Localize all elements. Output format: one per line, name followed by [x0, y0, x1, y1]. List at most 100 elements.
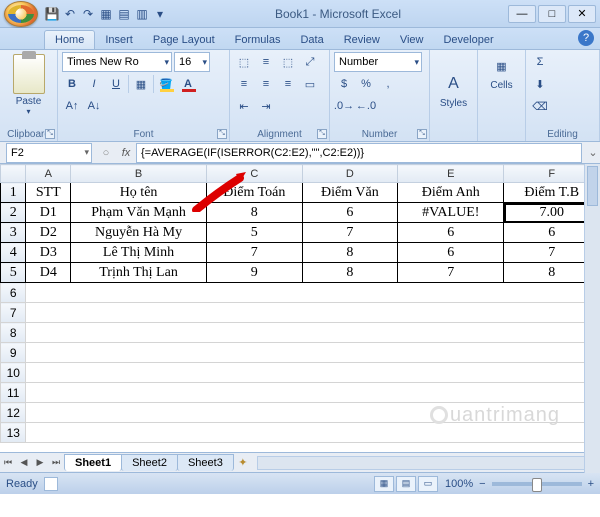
- cell[interactable]: D2: [26, 223, 71, 243]
- underline-button[interactable]: U: [106, 74, 126, 94]
- increase-indent-button[interactable]: ⇥: [256, 96, 276, 116]
- cell[interactable]: Nguyễn Hà My: [71, 223, 207, 243]
- col-header[interactable]: C: [207, 165, 303, 183]
- cell[interactable]: 7: [398, 263, 504, 283]
- row-header[interactable]: 8: [1, 323, 26, 343]
- col-header[interactable]: B: [71, 165, 207, 183]
- sheet-tab[interactable]: Sheet2: [121, 454, 178, 471]
- help-button[interactable]: ?: [578, 30, 594, 46]
- row-header[interactable]: 7: [1, 303, 26, 323]
- sheet-tab[interactable]: Sheet1: [64, 454, 122, 471]
- number-dialog-launcher[interactable]: ⤡: [417, 129, 427, 139]
- cell[interactable]: STT: [26, 183, 71, 203]
- zoom-in-button[interactable]: +: [588, 478, 594, 490]
- cell[interactable]: 5: [207, 223, 303, 243]
- office-button[interactable]: [4, 1, 38, 27]
- cell[interactable]: 7: [207, 243, 303, 263]
- cell[interactable]: 8: [302, 263, 398, 283]
- cell[interactable]: 8: [207, 203, 303, 223]
- expand-formula-bar-icon[interactable]: ⌄: [586, 146, 600, 159]
- decrease-indent-button[interactable]: ⇤: [234, 96, 254, 116]
- tab-page-layout[interactable]: Page Layout: [143, 31, 225, 49]
- page-layout-view-button[interactable]: ▤: [396, 476, 416, 492]
- row-header[interactable]: 5: [1, 263, 26, 283]
- grow-font-button[interactable]: A↑: [62, 96, 82, 116]
- row-header[interactable]: 4: [1, 243, 26, 263]
- cell[interactable]: [26, 423, 600, 443]
- font-dialog-launcher[interactable]: ⤡: [217, 129, 227, 139]
- number-format-combo[interactable]: Number: [334, 52, 422, 72]
- col-header[interactable]: A: [26, 165, 71, 183]
- cell[interactable]: D3: [26, 243, 71, 263]
- align-bottom-button[interactable]: ⬚: [278, 52, 298, 72]
- tab-review[interactable]: Review: [334, 31, 390, 49]
- zoom-out-button[interactable]: −: [479, 478, 485, 490]
- paste-label[interactable]: Paste: [16, 96, 42, 107]
- prev-sheet-button[interactable]: ◀: [16, 457, 32, 468]
- tab-view[interactable]: View: [390, 31, 434, 49]
- comma-button[interactable]: ,: [378, 74, 398, 94]
- cell[interactable]: D1: [26, 203, 71, 223]
- merge-button[interactable]: ▭: [300, 74, 320, 94]
- row-header[interactable]: 12: [1, 403, 26, 423]
- col-header[interactable]: E: [398, 165, 504, 183]
- new-sheet-button[interactable]: ✦: [233, 456, 253, 469]
- cell[interactable]: 8: [302, 243, 398, 263]
- cell[interactable]: [26, 303, 600, 323]
- font-color-button[interactable]: A: [178, 74, 198, 94]
- row-header[interactable]: 9: [1, 343, 26, 363]
- print-preview-icon[interactable]: ▦: [98, 6, 114, 22]
- row-header[interactable]: 1: [1, 183, 26, 203]
- tab-insert[interactable]: Insert: [95, 31, 143, 49]
- cell[interactable]: Lê Thị Minh: [71, 243, 207, 263]
- maximize-button[interactable]: □: [538, 5, 566, 23]
- select-all-corner[interactable]: [1, 165, 26, 183]
- name-box[interactable]: F2: [6, 143, 92, 163]
- cell[interactable]: 7: [302, 223, 398, 243]
- qat-dropdown-icon[interactable]: ▾: [152, 6, 168, 22]
- alignment-dialog-launcher[interactable]: ⤡: [317, 129, 327, 139]
- qat-icon[interactable]: ▤: [116, 6, 132, 22]
- zoom-slider[interactable]: [492, 482, 582, 486]
- worksheet-grid[interactable]: A B C D E F 1 STT Họ tên Điểm Toán Điểm …: [0, 164, 600, 452]
- first-sheet-button[interactable]: ⏮: [0, 457, 16, 468]
- tab-developer[interactable]: Developer: [433, 31, 503, 49]
- cell[interactable]: [26, 283, 600, 303]
- save-icon[interactable]: 💾: [44, 6, 60, 22]
- currency-button[interactable]: $: [334, 74, 354, 94]
- fx-icon[interactable]: fx: [116, 147, 136, 159]
- cell[interactable]: [26, 383, 600, 403]
- cell[interactable]: Họ tên: [71, 183, 207, 203]
- paste-dropdown-icon[interactable]: ▾: [26, 107, 30, 116]
- zoom-level[interactable]: 100%: [445, 478, 473, 490]
- normal-view-button[interactable]: ▦: [374, 476, 394, 492]
- last-sheet-button[interactable]: ⏭: [48, 457, 64, 468]
- cell[interactable]: Điểm Anh: [398, 183, 504, 203]
- increase-decimal-button[interactable]: .0→: [334, 96, 354, 116]
- autosum-button[interactable]: Σ: [530, 52, 550, 72]
- formula-input[interactable]: {=AVERAGE(IF(ISERROR(C2:E2),"",C2:E2))}: [136, 143, 582, 163]
- minimize-button[interactable]: —: [508, 5, 536, 23]
- cell[interactable]: Trịnh Thị Lan: [71, 263, 207, 283]
- orientation-button[interactable]: ⤢: [300, 52, 320, 72]
- bold-button[interactable]: B: [62, 74, 82, 94]
- qat-icon[interactable]: ▥: [134, 6, 150, 22]
- row-header[interactable]: 11: [1, 383, 26, 403]
- decrease-decimal-button[interactable]: ←.0: [356, 96, 376, 116]
- styles-label[interactable]: Styles: [440, 98, 467, 109]
- shrink-font-button[interactable]: A↓: [84, 96, 104, 116]
- undo-icon[interactable]: ↶: [62, 6, 78, 22]
- row-header[interactable]: 10: [1, 363, 26, 383]
- close-button[interactable]: ✕: [568, 5, 596, 23]
- fill-button[interactable]: ⬇: [530, 74, 550, 94]
- italic-button[interactable]: I: [84, 74, 104, 94]
- tab-home[interactable]: Home: [44, 30, 95, 49]
- paste-icon[interactable]: [13, 54, 45, 94]
- align-middle-button[interactable]: ≡: [256, 52, 276, 72]
- cell[interactable]: D4: [26, 263, 71, 283]
- cells-icon[interactable]: ▦: [488, 52, 516, 80]
- cell[interactable]: Phạm Văn Mạnh: [71, 203, 207, 223]
- macro-record-icon[interactable]: [44, 477, 58, 491]
- font-name-combo[interactable]: Times New Ro: [62, 52, 172, 72]
- align-center-button[interactable]: ≡: [256, 74, 276, 94]
